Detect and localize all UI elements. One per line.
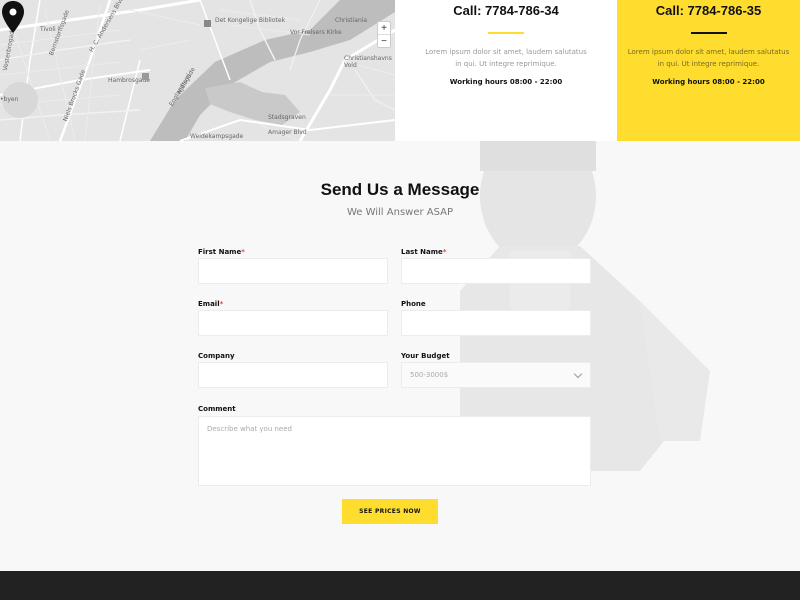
required-mark: *: [241, 248, 245, 256]
background-portrait: [460, 141, 710, 471]
map-label-amager: Amager Blvd: [268, 129, 307, 136]
map-label-christiania: Christiania: [335, 17, 368, 24]
phone-card-2-hours: Working hours 08:00 - 22:00: [652, 78, 765, 86]
zoom-out-button[interactable]: −: [378, 35, 390, 48]
map-label-library: Det Kongelige Bibliotek: [215, 17, 286, 24]
phone-card-1-divider: [488, 32, 524, 34]
phone-input[interactable]: [401, 310, 591, 336]
chevron-down-icon: [573, 369, 583, 379]
phone-card-2-desc: Lorem ipsum dolor sit amet, laudem salut…: [627, 48, 790, 68]
budget-select[interactable]: 500-3000$: [401, 362, 591, 388]
required-mark: *: [442, 248, 447, 256]
map-label-weidekampsgade: Weidekampsgade: [190, 133, 244, 140]
form-subtitle: We Will Answer ASAP: [346, 207, 454, 218]
budget-select-value: 500-3000$: [410, 371, 449, 379]
map[interactable]: Det Kongelige Bibliotek Christiania Vor …: [0, 0, 395, 141]
required-mark: *: [219, 300, 224, 308]
form-title: Send Us a Message: [320, 180, 480, 199]
station-icon: [142, 73, 149, 80]
phone-card-1: Call: 7784-786-34 Lorem ipsum dolor sit …: [395, 0, 617, 141]
comment-textarea[interactable]: Describe what you need: [198, 416, 591, 486]
email-label: Email*: [198, 300, 223, 308]
phone-card-1-desc: Lorem ipsum dolor sit amet, laudem salut…: [425, 48, 587, 68]
company-input[interactable]: [198, 362, 388, 388]
contact-form-section: Send Us a Message We Will Answer ASAP Fi…: [0, 141, 800, 571]
email-label-text: Email: [198, 300, 220, 308]
map-label-stadsgraven: Stadsgraven: [268, 114, 306, 121]
phone-card-2-number[interactable]: Call: 7784-786-35: [617, 3, 800, 19]
phone-card-1-hours: Working hours 08:00 - 22:00: [449, 78, 563, 86]
see-prices-button[interactable]: SEE PRICES NOW: [342, 499, 438, 524]
first-name-input[interactable]: [198, 258, 388, 284]
comment-label: Comment: [198, 405, 236, 413]
map-label-christianshavns: Christianshavns Vold: [344, 55, 392, 69]
last-name-input[interactable]: [401, 258, 591, 284]
zoom-in-button[interactable]: +: [378, 22, 390, 35]
library-icon: [204, 20, 211, 27]
footer: [0, 571, 800, 600]
phone-card-2: Call: 7784-786-35 Lorem ipsum dolor sit …: [617, 0, 800, 141]
contact-top-band: Det Kongelige Bibliotek Christiania Vor …: [0, 0, 800, 141]
map-zoom-control: + −: [377, 21, 391, 48]
map-pin-icon[interactable]: [0, 0, 26, 34]
map-label-byen: •byen: [0, 96, 19, 103]
map-label-church: Vor Frelsers Kirke: [290, 29, 342, 36]
first-name-label-text: First Name: [198, 248, 242, 256]
first-name-label: First Name*: [198, 248, 245, 256]
map-label-tivoli: Tivoli: [40, 26, 56, 33]
phone-label: Phone: [401, 300, 426, 308]
last-name-label-text: Last Name: [401, 248, 443, 256]
email-input[interactable]: [198, 310, 388, 336]
budget-label: Your Budget: [401, 352, 450, 360]
phone-card-1-number[interactable]: Call: 7784-786-34: [395, 3, 617, 19]
company-label: Company: [198, 352, 235, 360]
last-name-label: Last Name*: [401, 248, 446, 256]
phone-card-2-divider: [690, 32, 727, 34]
